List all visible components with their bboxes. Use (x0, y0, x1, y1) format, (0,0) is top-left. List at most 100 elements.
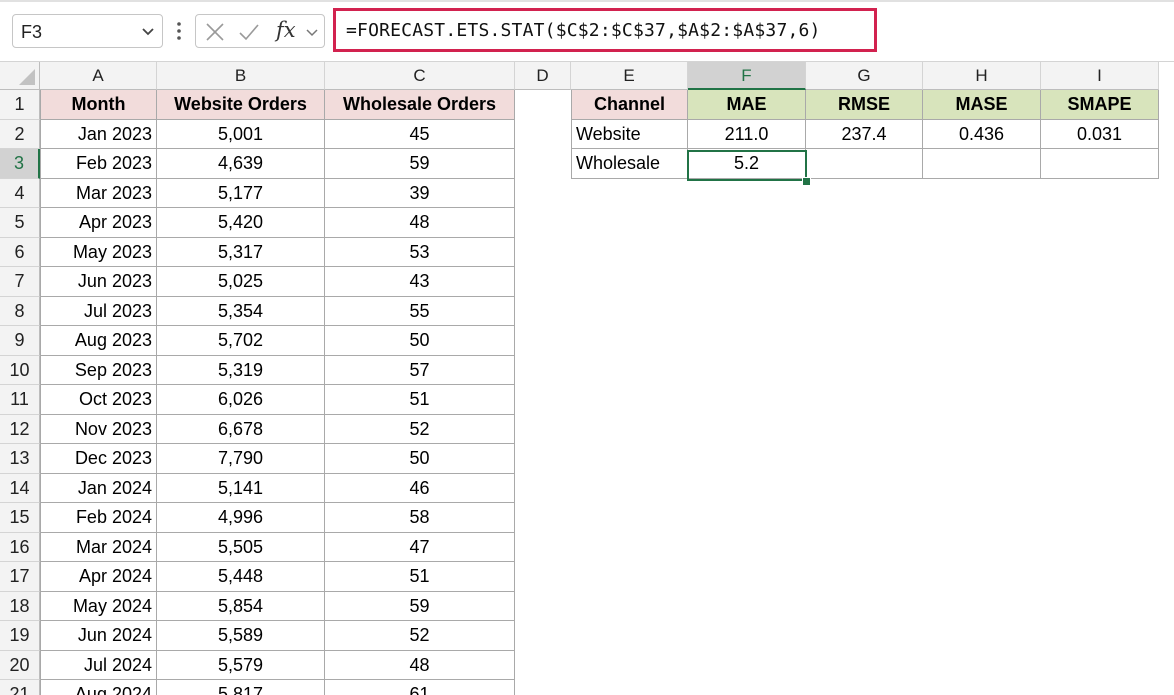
enter-check-icon[interactable] (238, 21, 260, 43)
table-cell[interactable]: 39 (325, 178, 515, 208)
table-cell[interactable]: 46 (325, 473, 515, 503)
table-cell[interactable]: Sep 2023 (40, 355, 157, 385)
table-cell[interactable]: 5,177 (157, 178, 325, 208)
row-header-5[interactable]: 5 (0, 208, 40, 238)
table-cell[interactable]: 6,678 (157, 414, 325, 444)
row-header-1[interactable]: 1 (0, 90, 40, 120)
row-header-4[interactable]: 4 (0, 178, 40, 208)
column-header-i[interactable]: I (1041, 62, 1159, 90)
row-header-12[interactable]: 12 (0, 414, 40, 444)
table-cell[interactable]: Jun 2023 (40, 267, 157, 297)
table-cell[interactable]: 5,702 (157, 326, 325, 356)
row-header-13[interactable]: 13 (0, 444, 40, 474)
row-header-11[interactable]: 11 (0, 385, 40, 415)
row-header-15[interactable]: 15 (0, 503, 40, 533)
table-cell[interactable]: Nov 2023 (40, 414, 157, 444)
row-header-6[interactable]: 6 (0, 237, 40, 267)
table-cell[interactable]: Apr 2024 (40, 562, 157, 592)
table-cell[interactable]: May 2024 (40, 591, 157, 621)
table-cell[interactable]: 5,319 (157, 355, 325, 385)
table-cell[interactable]: 59 (325, 149, 515, 179)
table-cell[interactable]: 5,354 (157, 296, 325, 326)
table-cell[interactable]: Jul 2024 (40, 650, 157, 680)
table-cell[interactable]: 5,505 (157, 532, 325, 562)
metric-cell[interactable]: 5.2 (688, 149, 806, 179)
metric-cell[interactable]: 0.436 (923, 119, 1041, 149)
table-cell[interactable]: 5,448 (157, 562, 325, 592)
metric-cell[interactable]: 0.031 (1041, 119, 1159, 149)
table-cell[interactable]: Jun 2024 (40, 621, 157, 651)
formula-input[interactable]: =FORECAST.ETS.STAT($C$2:$C$37,$A$2:$A$37… (333, 8, 877, 52)
table-cell[interactable]: Mar 2024 (40, 532, 157, 562)
row-header-21[interactable]: 21 (0, 680, 40, 695)
metric-cell[interactable]: Wholesale (571, 149, 688, 179)
table-cell[interactable]: 5,317 (157, 237, 325, 267)
metric-header-cell[interactable]: RMSE (806, 90, 923, 120)
row-header-3[interactable]: 3 (0, 149, 40, 179)
row-header-17[interactable]: 17 (0, 562, 40, 592)
select-all-button[interactable] (0, 62, 40, 90)
table-cell[interactable]: 52 (325, 414, 515, 444)
row-header-10[interactable]: 10 (0, 355, 40, 385)
table-cell[interactable]: Jan 2024 (40, 473, 157, 503)
spreadsheet-grid[interactable]: ABCDEFGHI 1 2 3 4 5 6 7 8 9 10 11 12 13 14 15 16 17 18 19 2… (0, 62, 1174, 695)
table-cell[interactable]: 48 (325, 208, 515, 238)
column-header-b[interactable]: B (157, 62, 325, 90)
table-cell[interactable]: 4,639 (157, 149, 325, 179)
table-cell[interactable]: 45 (325, 119, 515, 149)
table-cell[interactable]: 53 (325, 237, 515, 267)
header-cell[interactable]: Wholesale Orders (325, 90, 515, 120)
table-cell[interactable]: 47 (325, 532, 515, 562)
table-cell[interactable]: Aug 2024 (40, 680, 157, 695)
table-cell[interactable]: Dec 2023 (40, 444, 157, 474)
row-header-19[interactable]: 19 (0, 621, 40, 651)
table-cell[interactable]: 6,026 (157, 385, 325, 415)
table-cell[interactable]: 61 (325, 680, 515, 695)
table-cell[interactable]: 59 (325, 591, 515, 621)
insert-function-icon[interactable]: fx (276, 18, 296, 42)
table-cell[interactable]: 5,589 (157, 621, 325, 651)
row-header-2[interactable]: 2 (0, 119, 40, 149)
metric-cell[interactable]: 211.0 (688, 119, 806, 149)
metric-cell[interactable] (1041, 149, 1159, 179)
metric-header-cell[interactable]: Channel (571, 90, 688, 120)
table-cell[interactable]: Feb 2024 (40, 503, 157, 533)
table-cell[interactable]: 57 (325, 355, 515, 385)
table-cell[interactable]: May 2023 (40, 237, 157, 267)
table-cell[interactable]: Jan 2023 (40, 119, 157, 149)
row-header-9[interactable]: 9 (0, 326, 40, 356)
metric-header-cell[interactable]: MAE (688, 90, 806, 120)
row-header-20[interactable]: 20 (0, 650, 40, 680)
table-cell[interactable]: 51 (325, 562, 515, 592)
metric-cell[interactable]: 237.4 (806, 119, 923, 149)
column-header-d[interactable]: D (515, 62, 571, 90)
table-cell[interactable]: 5,817 (157, 680, 325, 695)
table-cell[interactable]: Jul 2023 (40, 296, 157, 326)
table-cell[interactable]: 7,790 (157, 444, 325, 474)
row-header-8[interactable]: 8 (0, 296, 40, 326)
fill-handle[interactable] (802, 177, 811, 186)
row-header-16[interactable]: 16 (0, 532, 40, 562)
table-cell[interactable]: 51 (325, 385, 515, 415)
metric-cell[interactable] (923, 149, 1041, 179)
table-cell[interactable]: 5,854 (157, 591, 325, 621)
row-header-18[interactable]: 18 (0, 591, 40, 621)
table-cell[interactable]: 5,141 (157, 473, 325, 503)
more-options-icon[interactable] (174, 18, 184, 44)
cancel-icon[interactable] (204, 21, 226, 43)
header-cell[interactable]: Month (40, 90, 157, 120)
column-header-a[interactable]: A (40, 62, 157, 90)
table-cell[interactable]: 5,579 (157, 650, 325, 680)
table-cell[interactable]: Feb 2023 (40, 149, 157, 179)
metric-cell[interactable] (806, 149, 923, 179)
column-header-e[interactable]: E (571, 62, 688, 90)
row-header-14[interactable]: 14 (0, 473, 40, 503)
table-cell[interactable]: 48 (325, 650, 515, 680)
table-cell[interactable]: Aug 2023 (40, 326, 157, 356)
table-cell[interactable]: 5,420 (157, 208, 325, 238)
chevron-down-icon[interactable] (304, 23, 320, 41)
row-header-7[interactable]: 7 (0, 267, 40, 297)
table-cell[interactable]: Oct 2023 (40, 385, 157, 415)
table-cell[interactable]: 52 (325, 621, 515, 651)
table-cell[interactable]: 43 (325, 267, 515, 297)
